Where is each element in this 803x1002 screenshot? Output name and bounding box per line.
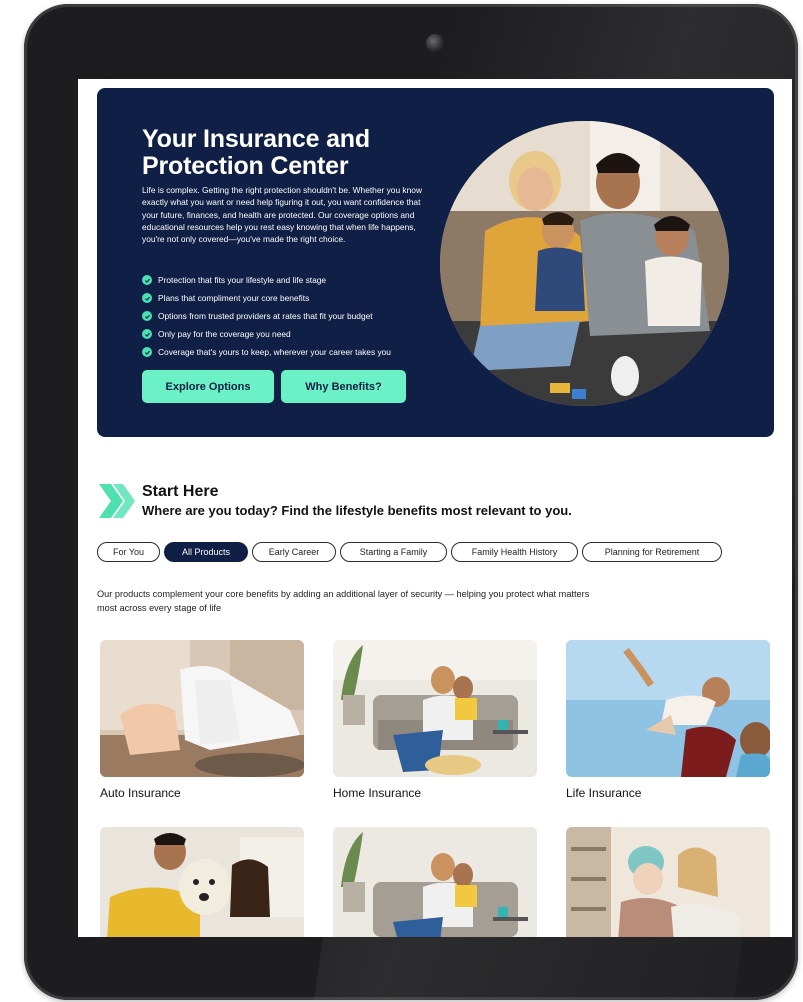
auto-insurance-image [100,640,304,777]
check-circle-icon [142,311,152,321]
home-insurance-image [333,640,537,777]
start-here-subtitle: Where are you today? Find the lifestyle … [142,503,572,518]
chip-family-health-history[interactable]: Family Health History [451,542,578,562]
product-card-health[interactable] [566,827,770,937]
product-card-pet[interactable] [100,827,304,937]
hero-description: Life is complex. Getting the right prote… [142,185,422,245]
double-chevron-icon [99,484,135,518]
hero-banner: Your Insurance and Protection Center Lif… [97,88,774,437]
hero-title-line1: Your Insurance and [142,125,370,153]
product-card-auto[interactable]: Auto Insurance [100,640,304,800]
benefit-item: Protection that fits your lifestyle and … [142,271,391,289]
benefit-item: Options from trusted providers at rates … [142,307,391,325]
benefit-item: Plans that compliment your core benefits [142,289,391,307]
products-intro-text: Our products complement your core benefi… [97,589,590,613]
pet-insurance-image [100,827,304,937]
hero-benefit-list: Protection that fits your lifestyle and … [142,271,391,361]
health-insurance-image [566,827,770,937]
explore-options-button[interactable]: Explore Options [142,370,274,403]
why-benefits-button[interactable]: Why Benefits? [281,370,406,403]
benefit-text: Plans that compliment your core benefits [158,293,310,303]
benefit-item: Coverage that's yours to keep, wherever … [142,343,391,361]
check-circle-icon [142,329,152,339]
chip-all-products[interactable]: All Products [164,542,248,562]
check-circle-icon [142,293,152,303]
check-circle-icon [142,347,152,357]
check-circle-icon [142,275,152,285]
start-here-title: Start Here [142,483,219,500]
tablet-frame: Your Insurance and Protection Center Lif… [24,4,798,1000]
screen: Your Insurance and Protection Center Lif… [78,79,792,937]
hero-title: Your Insurance and Protection Center [142,126,432,180]
chip-for-you[interactable]: For You [97,542,160,562]
product-card-home-2[interactable] [333,827,537,937]
card-label: Life Insurance [566,786,642,800]
benefit-text: Protection that fits your lifestyle and … [158,275,327,285]
life-insurance-image [566,640,770,777]
benefit-text: Only pay for the coverage you need [158,329,291,339]
chip-planning-for-retirement[interactable]: Planning for Retirement [582,542,722,562]
benefit-item: Only pay for the coverage you need [142,325,391,343]
card-label: Auto Insurance [100,786,181,800]
family-photo [440,121,729,406]
benefit-text: Coverage that's yours to keep, wherever … [158,347,391,357]
home-insurance-image-2 [333,827,537,937]
card-label: Home Insurance [333,786,422,800]
chip-starting-a-family[interactable]: Starting a Family [340,542,447,562]
hero-title-line2: Protection Center [142,152,349,180]
benefit-text: Options from trusted providers at rates … [158,311,373,321]
product-card-life[interactable]: Life Insurance [566,640,770,800]
chip-early-career[interactable]: Early Career [252,542,336,562]
product-card-home[interactable]: Home Insurance [333,640,537,800]
camera-icon [426,34,444,52]
filter-chip-row: For You All Products Early Career Starti… [97,542,722,562]
